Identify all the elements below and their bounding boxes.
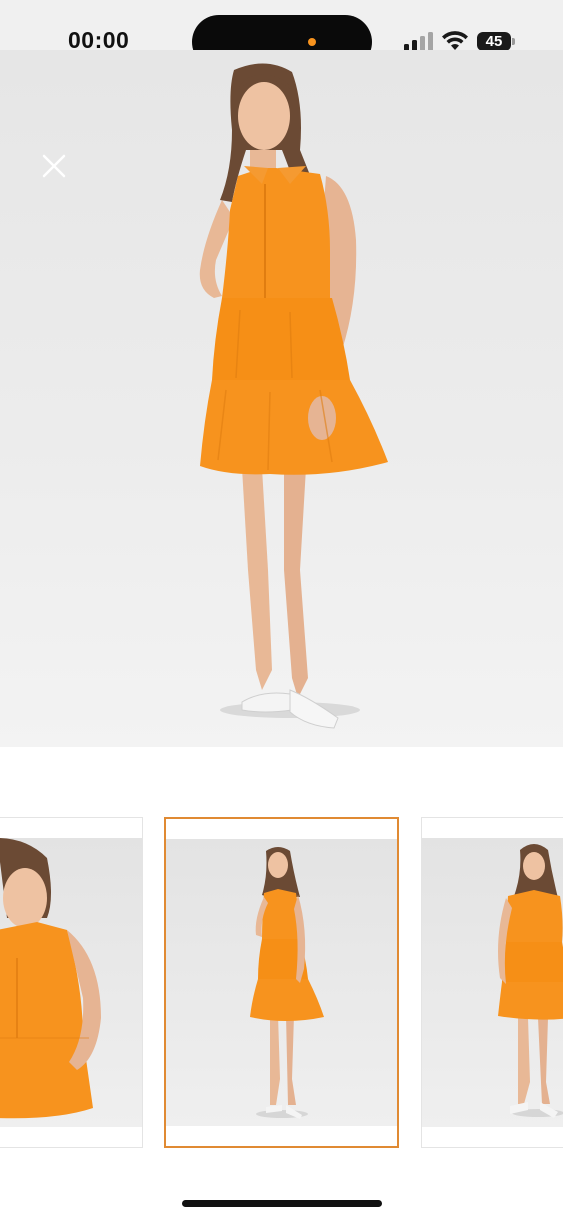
home-indicator[interactable] [182, 1200, 382, 1207]
thumbnail-photo [498, 844, 563, 1118]
thumbnail-strip [0, 817, 563, 1150]
signal-icon [404, 32, 433, 52]
recording-indicator-icon [308, 38, 316, 46]
model-photo [199, 63, 388, 729]
thumbnail-item[interactable] [421, 817, 563, 1148]
status-bar: 00:00 45 [0, 0, 563, 69]
thumbnail-item-selected[interactable] [164, 817, 399, 1148]
wifi-icon [442, 31, 468, 50]
main-product-image[interactable] [0, 50, 563, 747]
thumbnail-photo [0, 838, 101, 1119]
close-icon[interactable] [38, 150, 70, 182]
battery-level: 45 [485, 33, 503, 50]
battery-icon: 45 [477, 32, 515, 52]
thumbnail-photo [250, 847, 324, 1119]
thumbnail-item[interactable] [0, 817, 143, 1148]
